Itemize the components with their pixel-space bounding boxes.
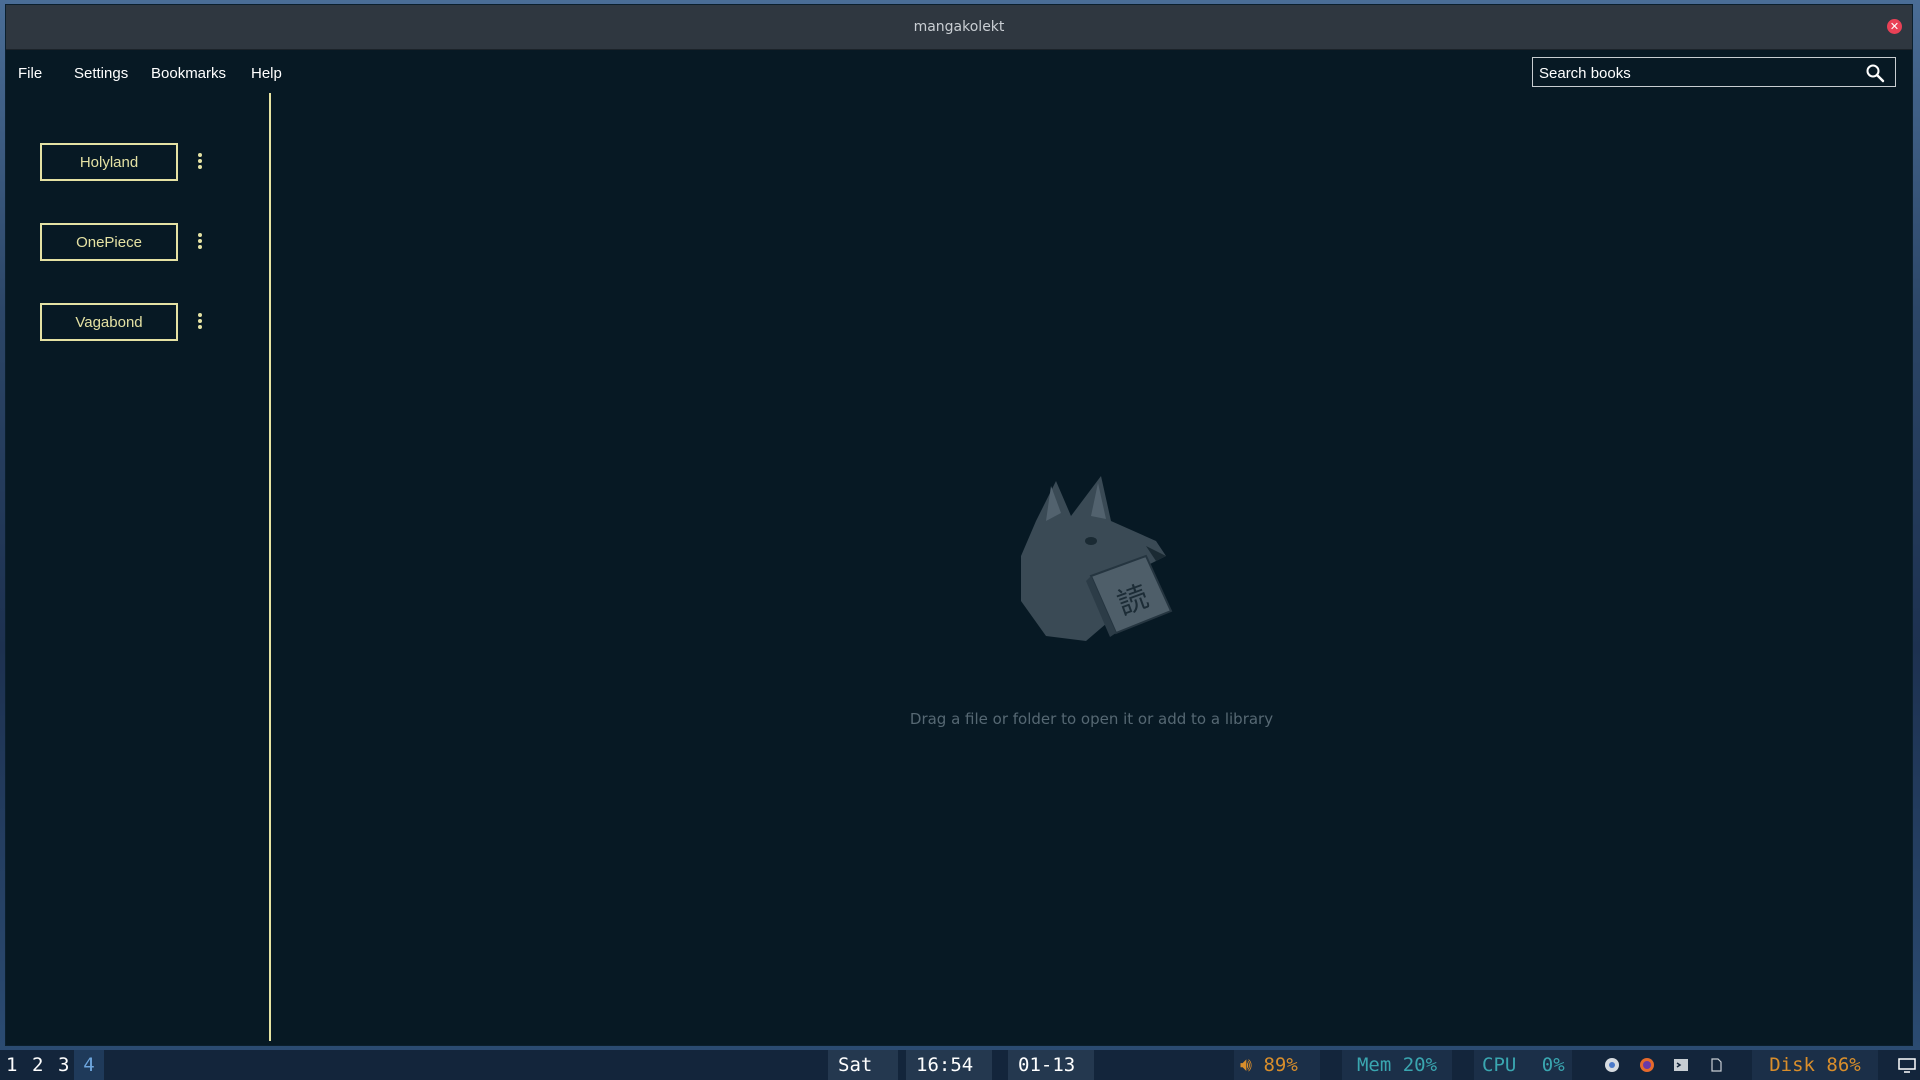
workspace-3[interactable]: 3 bbox=[58, 1050, 69, 1080]
library-button-onepiece[interactable]: OnePiece bbox=[40, 223, 178, 261]
clock-date: 01-13 bbox=[1008, 1050, 1094, 1080]
cpu-value: 0% bbox=[1541, 1054, 1565, 1076]
menu-bookmarks[interactable]: Bookmarks bbox=[151, 65, 226, 82]
library-item: Vagabond bbox=[40, 303, 203, 343]
menu-help[interactable]: Help bbox=[251, 65, 282, 82]
clock-time: 16:54 bbox=[906, 1050, 992, 1080]
volume-value: 89% bbox=[1263, 1054, 1298, 1076]
search-icon[interactable] bbox=[1865, 63, 1885, 83]
close-button[interactable]: ✕ bbox=[1887, 19, 1902, 34]
volume-widget[interactable]: 🔊︎ 89% bbox=[1234, 1050, 1320, 1080]
workspace-2[interactable]: 2 bbox=[32, 1050, 43, 1080]
search-box bbox=[1532, 57, 1896, 87]
firefox-icon[interactable] bbox=[1639, 1057, 1655, 1073]
library-menu-icon[interactable] bbox=[197, 233, 203, 253]
library-menu-icon[interactable] bbox=[197, 313, 203, 333]
empty-state-message: Drag a file or folder to open it or add … bbox=[909, 710, 1274, 728]
library-button-vagabond[interactable]: Vagabond bbox=[40, 303, 178, 341]
file-icon[interactable] bbox=[1708, 1057, 1724, 1073]
memory-widget: Mem 20% bbox=[1342, 1050, 1452, 1080]
chrome-icon[interactable] bbox=[1604, 1057, 1620, 1073]
mascot-logo-icon: 読 bbox=[1021, 476, 1173, 641]
volume-icon: 🔊︎ bbox=[1240, 1054, 1252, 1076]
disk-widget: Disk 86% bbox=[1752, 1050, 1878, 1080]
window-title: mangakolekt bbox=[913, 19, 1005, 35]
app-window: mangakolekt ✕ File Settings Bookmarks He… bbox=[6, 5, 1912, 1045]
sidebar-divider bbox=[269, 93, 271, 1041]
workspace-4-active[interactable]: 4 bbox=[74, 1050, 104, 1080]
library-button-holyland[interactable]: Holyland bbox=[40, 143, 178, 181]
menu-settings[interactable]: Settings bbox=[74, 65, 128, 82]
workspace-1[interactable]: 1 bbox=[6, 1050, 17, 1080]
search-input[interactable] bbox=[1537, 62, 1861, 84]
library-menu-icon[interactable] bbox=[197, 153, 203, 173]
terminal-icon[interactable] bbox=[1673, 1057, 1689, 1073]
library-item: OnePiece bbox=[40, 223, 203, 263]
library-item: Holyland bbox=[40, 143, 203, 183]
title-bar[interactable]: mangakolekt ✕ bbox=[6, 5, 1912, 50]
day-label: Sat bbox=[828, 1050, 898, 1080]
menu-bar: File Settings Bookmarks Help bbox=[6, 49, 1912, 97]
cpu-widget: CPU 0% bbox=[1474, 1050, 1572, 1080]
taskbar: 1 2 3 4 Sat 16:54 01-13 🔊︎ 89% Mem 20% C… bbox=[0, 1050, 1920, 1080]
menu-file[interactable]: File bbox=[18, 65, 42, 82]
cpu-label: CPU bbox=[1482, 1054, 1517, 1076]
display-icon[interactable] bbox=[1898, 1057, 1916, 1073]
